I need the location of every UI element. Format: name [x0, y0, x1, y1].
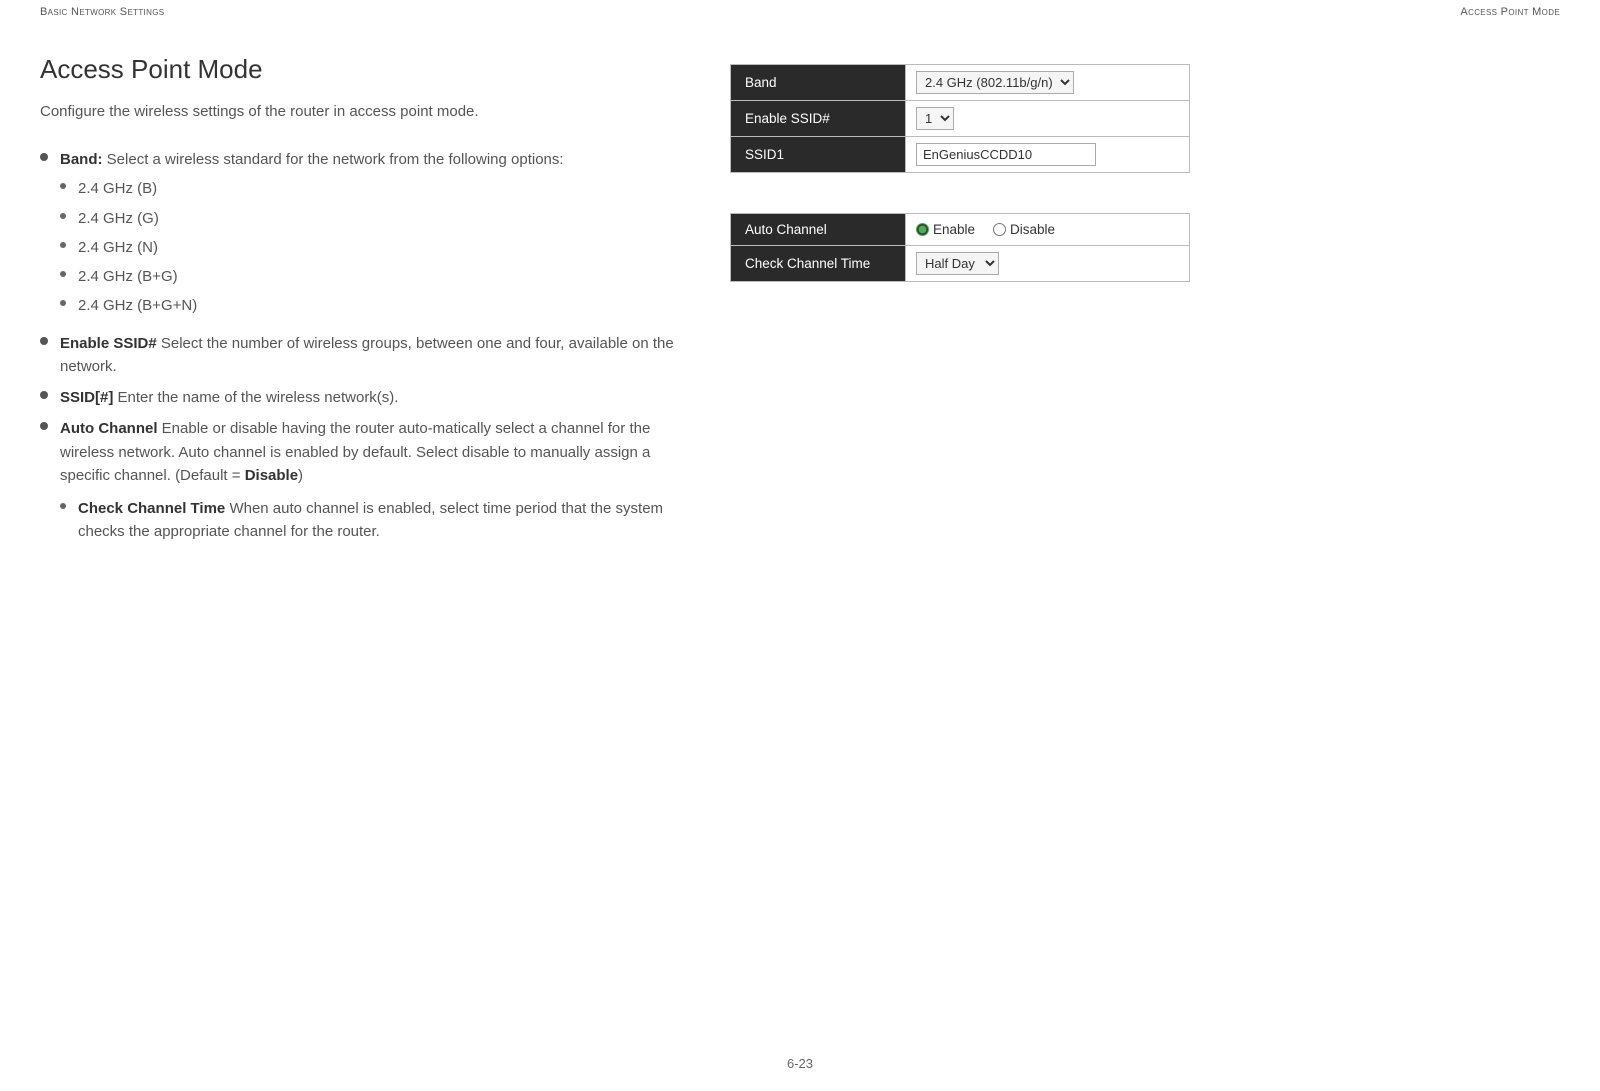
band-bgn-text: 2.4 GHz (B+G+N): [78, 294, 197, 317]
auto-channel-row-value: Enable Disable: [906, 214, 1190, 246]
auto-channel-sub-list: Check Channel Time When auto channel is …: [60, 497, 690, 544]
enable-ssid-row-value: 1 2 3 4: [906, 101, 1190, 137]
bullet-dot-band-g: [60, 213, 66, 219]
bullet-dot-band: [40, 153, 48, 161]
band-n-text: 2.4 GHz (N): [78, 236, 158, 259]
check-channel-time-row-value: Half Day 1 Hour 6 Hours 12 Hours 1 Day: [906, 246, 1190, 282]
band-row-label: Band: [731, 65, 906, 101]
page-header: Basic Network Settings Access Point Mode: [0, 0, 1600, 24]
table-row-enable-ssid: Enable SSID# 1 2 3 4: [731, 101, 1190, 137]
band-b-text: 2.4 GHz (B): [78, 177, 157, 200]
band-content: Band: Select a wireless standard for the…: [60, 148, 564, 324]
top-table-wrap: Band 2.4 GHz (802.11b/g/n) 2.4 GHz (802.…: [730, 64, 1190, 173]
page-footer: 6-23: [0, 1056, 1600, 1071]
table-row-auto-channel: Auto Channel Enable Disable: [731, 214, 1190, 246]
list-item-band-bg: 2.4 GHz (B+G): [60, 265, 564, 288]
check-channel-label: Check Channel Time: [78, 500, 225, 517]
bullet-dot-band-b: [60, 183, 66, 189]
band-sub-list: 2.4 GHz (B) 2.4 GHz (G) 2.4 GHz (N): [60, 177, 564, 317]
check-channel-content: Check Channel Time When auto channel is …: [78, 497, 690, 544]
auto-channel-content: Auto Channel Enable or disable having th…: [60, 417, 690, 549]
auto-channel-label: Auto Channel: [60, 420, 158, 437]
auto-channel-disable-text: Disable: [1010, 222, 1055, 237]
header-right: Access Point Mode: [1460, 6, 1560, 18]
intro-text: Configure the wireless settings of the r…: [40, 103, 690, 120]
auto-channel-disable-label[interactable]: Disable: [993, 222, 1055, 237]
auto-channel-settings-table: Auto Channel Enable Disable: [730, 213, 1190, 282]
table-row-ssid1: SSID1: [731, 137, 1190, 173]
content-area: Access Point Mode Configure the wireless…: [0, 24, 1600, 558]
list-item-auto-channel: Auto Channel Enable or disable having th…: [40, 417, 690, 549]
ssid-num-label: Enable SSID#: [60, 335, 157, 352]
auto-channel-enable-radio[interactable]: [916, 223, 929, 236]
ssid-text: Enter the name of the wireless network(s…: [118, 389, 399, 406]
page-title: Access Point Mode: [40, 54, 690, 85]
auto-channel-row-label: Auto Channel: [731, 214, 906, 246]
auto-channel-enable-label[interactable]: Enable: [916, 222, 975, 237]
auto-channel-default: Disable: [245, 467, 298, 484]
auto-channel-radio-group: Enable Disable: [916, 222, 1179, 237]
ssid1-row-value: [906, 137, 1190, 173]
list-item-band-bgn: 2.4 GHz (B+G+N): [60, 294, 564, 317]
band-bg-text: 2.4 GHz (B+G): [78, 265, 178, 288]
list-item-band-n: 2.4 GHz (N): [60, 236, 564, 259]
bullet-dot-check-channel: [60, 503, 66, 509]
right-column: Band 2.4 GHz (802.11b/g/n) 2.4 GHz (802.…: [730, 54, 1190, 558]
ssid-num-content: Enable SSID# Select the number of wirele…: [60, 332, 690, 379]
band-settings-table: Band 2.4 GHz (802.11b/g/n) 2.4 GHz (802.…: [730, 64, 1190, 173]
band-label: Band:: [60, 151, 103, 168]
ssid1-input[interactable]: [916, 143, 1096, 166]
enable-ssid-select[interactable]: 1 2 3 4: [916, 107, 954, 130]
list-item-band-b: 2.4 GHz (B): [60, 177, 564, 200]
page-number: 6-23: [787, 1056, 813, 1071]
list-item-band-g: 2.4 GHz (G): [60, 207, 564, 230]
auto-channel-paren: ): [298, 467, 303, 484]
bullet-dot-band-bgn: [60, 300, 66, 306]
check-channel-time-select[interactable]: Half Day 1 Hour 6 Hours 12 Hours 1 Day: [916, 252, 999, 275]
band-row-value: 2.4 GHz (802.11b/g/n) 2.4 GHz (802.11b) …: [906, 65, 1190, 101]
main-bullet-list: Band: Select a wireless standard for the…: [40, 148, 690, 550]
bullet-dot-auto-channel: [40, 422, 48, 430]
ssid-content: SSID[#] Enter the name of the wireless n…: [60, 386, 398, 409]
band-select[interactable]: 2.4 GHz (802.11b/g/n) 2.4 GHz (802.11b) …: [916, 71, 1074, 94]
bullet-dot-ssid: [40, 391, 48, 399]
auto-channel-enable-text: Enable: [933, 222, 975, 237]
ssid1-row-label: SSID1: [731, 137, 906, 173]
header-left: Basic Network Settings: [40, 6, 164, 18]
auto-channel-disable-radio[interactable]: [993, 223, 1006, 236]
band-text: Select a wireless standard for the netwo…: [107, 151, 564, 168]
bullet-dot-band-n: [60, 242, 66, 248]
left-column: Access Point Mode Configure the wireless…: [40, 54, 690, 558]
bottom-table-wrap: Auto Channel Enable Disable: [730, 213, 1190, 282]
check-channel-time-row-label: Check Channel Time: [731, 246, 906, 282]
enable-ssid-row-label: Enable SSID#: [731, 101, 906, 137]
bullet-dot-band-bg: [60, 271, 66, 277]
list-item-check-channel: Check Channel Time When auto channel is …: [60, 497, 690, 544]
table-row-band: Band 2.4 GHz (802.11b/g/n) 2.4 GHz (802.…: [731, 65, 1190, 101]
list-item-ssid-num: Enable SSID# Select the number of wirele…: [40, 332, 690, 379]
list-item-ssid: SSID[#] Enter the name of the wireless n…: [40, 386, 690, 409]
band-g-text: 2.4 GHz (G): [78, 207, 159, 230]
list-item-band: Band: Select a wireless standard for the…: [40, 148, 690, 324]
bullet-dot-ssid-num: [40, 337, 48, 345]
ssid-label: SSID[#]: [60, 389, 113, 406]
table-row-check-channel-time: Check Channel Time Half Day 1 Hour 6 Hou…: [731, 246, 1190, 282]
